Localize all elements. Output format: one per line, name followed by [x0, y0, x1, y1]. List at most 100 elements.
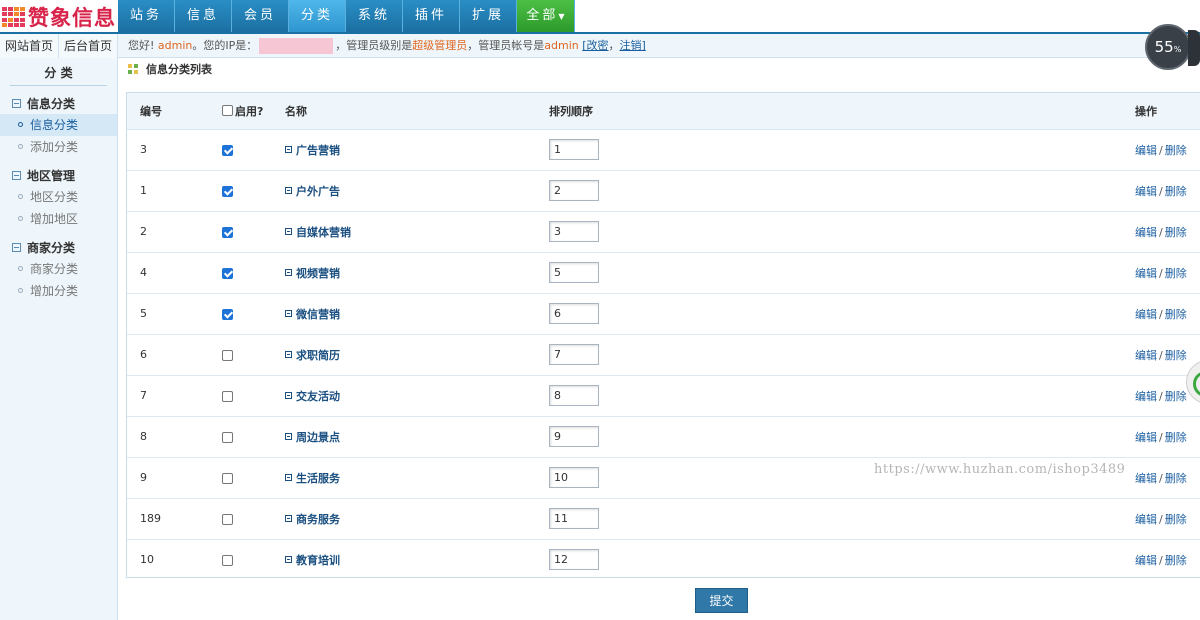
speed-widget[interactable]: 55%	[1145, 24, 1191, 70]
order-input[interactable]	[549, 549, 599, 571]
admin-home-link[interactable]: 后台首页	[59, 34, 118, 58]
order-input[interactable]	[549, 426, 599, 447]
table-body: 3广告营销编辑/删除1户外广告编辑/删除2自媒体营销编辑/删除4视频营销编辑/删…	[127, 129, 1200, 580]
enabled-checkbox[interactable]	[222, 349, 233, 361]
order-input[interactable]	[549, 180, 599, 201]
category-name-link[interactable]: 教育培训	[285, 554, 340, 567]
sidebar-item[interactable]: 增加地区	[0, 208, 117, 230]
order-input[interactable]	[549, 344, 599, 365]
category-name-link[interactable]: 自媒体营销	[285, 226, 351, 239]
delete-link[interactable]: 删除	[1165, 349, 1187, 362]
category-name-link[interactable]: 求职简历	[285, 349, 340, 362]
edit-link[interactable]: 编辑	[1135, 513, 1157, 526]
logout-link[interactable]: 注销]	[620, 39, 646, 52]
order-input[interactable]	[549, 139, 599, 160]
submit-button[interactable]: 提交	[695, 588, 748, 613]
edit-link[interactable]: 编辑	[1135, 390, 1157, 403]
ops-separator: /	[1159, 512, 1163, 526]
sidebar-group-header[interactable]: 商家分类	[0, 238, 117, 258]
delete-link[interactable]: 删除	[1165, 226, 1187, 239]
sidebar-item[interactable]: 添加分类	[0, 136, 117, 158]
delete-link[interactable]: 删除	[1165, 472, 1187, 485]
row-id: 10	[140, 553, 154, 567]
category-name-link[interactable]: 微信营销	[285, 308, 340, 321]
category-name-link[interactable]: 户外广告	[285, 185, 340, 198]
sidebar-item[interactable]: 地区分类	[0, 186, 117, 208]
edit-link[interactable]: 编辑	[1135, 554, 1157, 567]
select-all-checkbox[interactable]	[222, 105, 233, 117]
nav-tab-all[interactable]: 全部▼	[517, 0, 575, 32]
enabled-checkbox[interactable]	[222, 267, 233, 279]
order-input[interactable]	[549, 303, 599, 324]
category-name: 自媒体营销	[296, 225, 351, 239]
edit-link[interactable]: 编辑	[1135, 226, 1157, 239]
enabled-checkbox[interactable]	[222, 513, 233, 525]
delete-link[interactable]: 删除	[1165, 308, 1187, 321]
category-name-link[interactable]: 商务服务	[285, 513, 340, 526]
sidebar-item[interactable]: 信息分类	[0, 114, 117, 136]
category-name-link[interactable]: 周边景点	[285, 431, 340, 444]
bullet-icon	[18, 288, 23, 293]
logo-text: 赞象信息	[28, 6, 116, 30]
order-input[interactable]	[549, 262, 599, 283]
logo[interactable]: 赞象信息	[0, 2, 118, 32]
sidebar-item[interactable]: 增加分类	[0, 280, 117, 302]
enabled-checkbox[interactable]	[222, 472, 233, 484]
collapse-icon	[12, 171, 21, 180]
delete-link[interactable]: 删除	[1165, 185, 1187, 198]
row-name-cell: 户外广告	[285, 170, 549, 212]
enabled-checkbox[interactable]	[222, 226, 233, 238]
order-input[interactable]	[549, 385, 599, 406]
edit-link[interactable]: 编辑	[1135, 267, 1157, 280]
bullet-icon	[18, 194, 23, 199]
enabled-checkbox[interactable]	[222, 390, 233, 402]
enabled-checkbox[interactable]	[222, 554, 233, 566]
edit-link[interactable]: 编辑	[1135, 308, 1157, 321]
edit-link[interactable]: 编辑	[1135, 349, 1157, 362]
top-header: 赞象信息 站务 信息 会员 分类 系统 插件 扩展 全部▼	[0, 0, 1200, 34]
row-ops-cell: 编辑 / 删除	[1135, 293, 1200, 335]
nav-tab[interactable]: 信息	[175, 0, 232, 32]
delete-link[interactable]: 删除	[1165, 513, 1187, 526]
nav-tab[interactable]: 分类	[289, 0, 346, 32]
sidebar-item[interactable]: 商家分类	[0, 258, 117, 280]
category-name-link[interactable]: 生活服务	[285, 472, 340, 485]
enabled-checkbox[interactable]	[222, 185, 233, 197]
site-home-link[interactable]: 网站首页	[0, 34, 59, 58]
category-name: 生活服务	[296, 471, 340, 485]
delete-link[interactable]: 删除	[1165, 144, 1187, 157]
nav-tab[interactable]: 站务	[118, 0, 175, 32]
order-input[interactable]	[549, 508, 599, 529]
speed-widget-handle[interactable]	[1188, 30, 1200, 66]
delete-link[interactable]: 删除	[1165, 390, 1187, 403]
enabled-checkbox[interactable]	[222, 431, 233, 443]
row-name-cell: 教育培训	[285, 539, 549, 580]
nav-tab[interactable]: 插件	[403, 0, 460, 32]
collapse-icon	[12, 243, 21, 252]
row-enabled-cell	[209, 129, 285, 171]
category-name-link[interactable]: 广告营销	[285, 144, 340, 157]
change-password-link[interactable]: [改密	[582, 39, 608, 52]
bullet-icon	[18, 144, 23, 149]
order-input[interactable]	[549, 467, 599, 488]
nav-tab[interactable]: 系统	[346, 0, 403, 32]
edit-link[interactable]: 编辑	[1135, 185, 1157, 198]
order-input[interactable]	[549, 221, 599, 242]
delete-link[interactable]: 删除	[1165, 267, 1187, 280]
delete-link[interactable]: 删除	[1165, 431, 1187, 444]
nav-tab[interactable]: 会员	[232, 0, 289, 32]
edit-link[interactable]: 编辑	[1135, 144, 1157, 157]
category-name-link[interactable]: 交友活动	[285, 390, 340, 403]
ops-separator: /	[1159, 184, 1163, 198]
category-name-link[interactable]: 视频营销	[285, 267, 340, 280]
edit-link[interactable]: 编辑	[1135, 431, 1157, 444]
nav-tab[interactable]: 扩展	[460, 0, 517, 32]
delete-link[interactable]: 删除	[1165, 554, 1187, 567]
row-order-cell	[549, 170, 1135, 212]
row-order-cell	[549, 375, 1135, 417]
sidebar-group-header[interactable]: 地区管理	[0, 166, 117, 186]
enabled-checkbox[interactable]	[222, 308, 233, 320]
edit-link[interactable]: 编辑	[1135, 472, 1157, 485]
sidebar-group-header[interactable]: 信息分类	[0, 94, 117, 114]
enabled-checkbox[interactable]	[222, 144, 233, 156]
